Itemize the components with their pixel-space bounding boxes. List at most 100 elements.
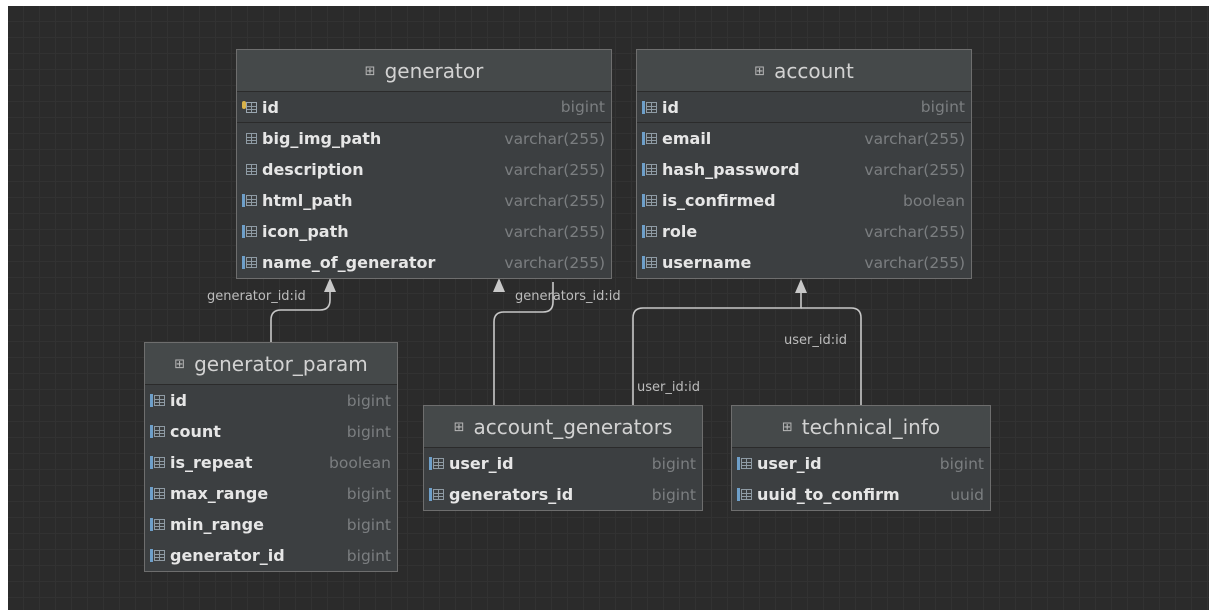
column-icon [429, 487, 446, 502]
column-row[interactable]: max_range bigint [145, 478, 397, 509]
column-icon [242, 224, 259, 239]
table-icon: ⊞ [364, 64, 376, 79]
column-row[interactable]: generators_id bigint [424, 479, 702, 510]
diagram-canvas: generator_id:id generators_id:id user_id… [8, 6, 1209, 610]
column-icon [642, 224, 659, 239]
column-type: uuid [950, 485, 984, 504]
column-type: varchar(255) [504, 191, 605, 210]
table-header[interactable]: ⊞ technical_info [732, 406, 990, 448]
primary-key-icon [242, 100, 259, 115]
column-name: id [262, 97, 279, 117]
column-row[interactable]: id bigint [637, 92, 971, 123]
column-name: generators_id [449, 485, 574, 504]
column-name: name_of_generator [262, 253, 436, 272]
column-row[interactable]: is_confirmed boolean [637, 185, 971, 216]
column-row[interactable]: name_of_generator varchar(255) [237, 247, 611, 278]
table-generator[interactable]: ⊞ generator id bigint big_img_path varch… [236, 49, 612, 279]
table-account[interactable]: ⊞ account id bigint email varchar(255) h… [636, 49, 972, 279]
column-name: icon_path [262, 222, 349, 241]
column-type: varchar(255) [864, 160, 965, 179]
table-technical-info[interactable]: ⊞ technical_info user_id bigint uuid_to_… [731, 405, 991, 511]
column-name: html_path [262, 191, 353, 210]
column-name: min_range [170, 515, 264, 534]
arrow-head-generator-right [493, 278, 505, 292]
column-name: count [170, 422, 221, 441]
table-account-generators[interactable]: ⊞ account_generators user_id bigint gene… [423, 405, 703, 511]
column-name: email [662, 129, 712, 148]
column-row[interactable]: uuid_to_confirm uuid [732, 479, 990, 510]
column-type: boolean [903, 191, 965, 210]
column-row[interactable]: big_img_path varchar(255) [237, 123, 611, 154]
column-icon [150, 424, 167, 439]
column-icon [242, 162, 259, 177]
column-row[interactable]: role varchar(255) [637, 216, 971, 247]
column-icon [642, 193, 659, 208]
column-type: varchar(255) [504, 160, 605, 179]
column-name: is_confirmed [662, 191, 776, 210]
column-name: max_range [170, 484, 269, 503]
column-row[interactable]: icon_path varchar(255) [237, 216, 611, 247]
column-row[interactable]: hash_password varchar(255) [637, 154, 971, 185]
table-title: account_generators [473, 414, 673, 439]
table-title: generator_param [194, 351, 368, 376]
table-generator-param[interactable]: ⊞ generator_param id bigint count bigint… [144, 342, 398, 572]
column-name: hash_password [662, 160, 800, 179]
table-icon: ⊞ [781, 420, 793, 435]
column-icon [150, 486, 167, 501]
column-type: bigint [651, 454, 696, 473]
column-name: generator_id [170, 546, 285, 565]
column-row[interactable]: description varchar(255) [237, 154, 611, 185]
column-row[interactable]: username varchar(255) [637, 247, 971, 278]
column-icon [150, 455, 167, 470]
table-title: generator [384, 58, 484, 83]
table-icon: ⊞ [754, 64, 766, 79]
column-icon [429, 456, 446, 471]
column-type: varchar(255) [864, 222, 965, 241]
column-row[interactable]: id bigint [237, 92, 611, 123]
table-header[interactable]: ⊞ account_generators [424, 406, 702, 448]
column-icon [242, 255, 259, 270]
column-name: user_id [757, 454, 822, 473]
column-name: username [662, 253, 752, 272]
column-type: bigint [346, 484, 391, 503]
column-icon [150, 517, 167, 532]
column-type: bigint [920, 98, 965, 116]
column-type: bigint [346, 546, 391, 565]
table-title: technical_info [801, 414, 941, 439]
column-name: description [262, 160, 364, 179]
column-name: big_img_path [262, 129, 382, 148]
relation-label-generators-id: generators_id:id [515, 289, 621, 304]
column-row[interactable]: count bigint [145, 416, 397, 447]
relation-label-user-id-technical-info: user_id:id [784, 333, 847, 348]
table-icon: ⊞ [453, 420, 465, 435]
column-name: is_repeat [170, 453, 253, 472]
column-row[interactable]: user_id bigint [424, 448, 702, 479]
column-icon [642, 100, 659, 115]
column-type: bigint [560, 98, 605, 116]
column-row[interactable]: user_id bigint [732, 448, 990, 479]
relation-label-user-id-account-generators: user_id:id [637, 380, 700, 395]
column-icon [737, 456, 754, 471]
table-header[interactable]: ⊞ generator [237, 50, 611, 92]
table-header[interactable]: ⊞ generator_param [145, 343, 397, 385]
column-icon [150, 548, 167, 563]
column-type: bigint [346, 391, 391, 410]
column-row[interactable]: is_repeat boolean [145, 447, 397, 478]
column-icon [642, 131, 659, 146]
column-row[interactable]: id bigint [145, 385, 397, 416]
column-icon [242, 131, 259, 146]
table-title: account [774, 58, 854, 83]
column-row[interactable]: email varchar(255) [637, 123, 971, 154]
column-row[interactable]: html_path varchar(255) [237, 185, 611, 216]
column-row[interactable]: min_range bigint [145, 509, 397, 540]
table-header[interactable]: ⊞ account [637, 50, 971, 92]
column-type: bigint [939, 454, 984, 473]
column-type: varchar(255) [504, 129, 605, 148]
column-type: varchar(255) [864, 129, 965, 148]
arrow-head-account [795, 279, 807, 293]
column-type: bigint [346, 515, 391, 534]
column-type: varchar(255) [864, 253, 965, 272]
column-type: varchar(255) [504, 253, 605, 272]
column-row[interactable]: generator_id bigint [145, 540, 397, 571]
column-name: id [170, 391, 187, 410]
